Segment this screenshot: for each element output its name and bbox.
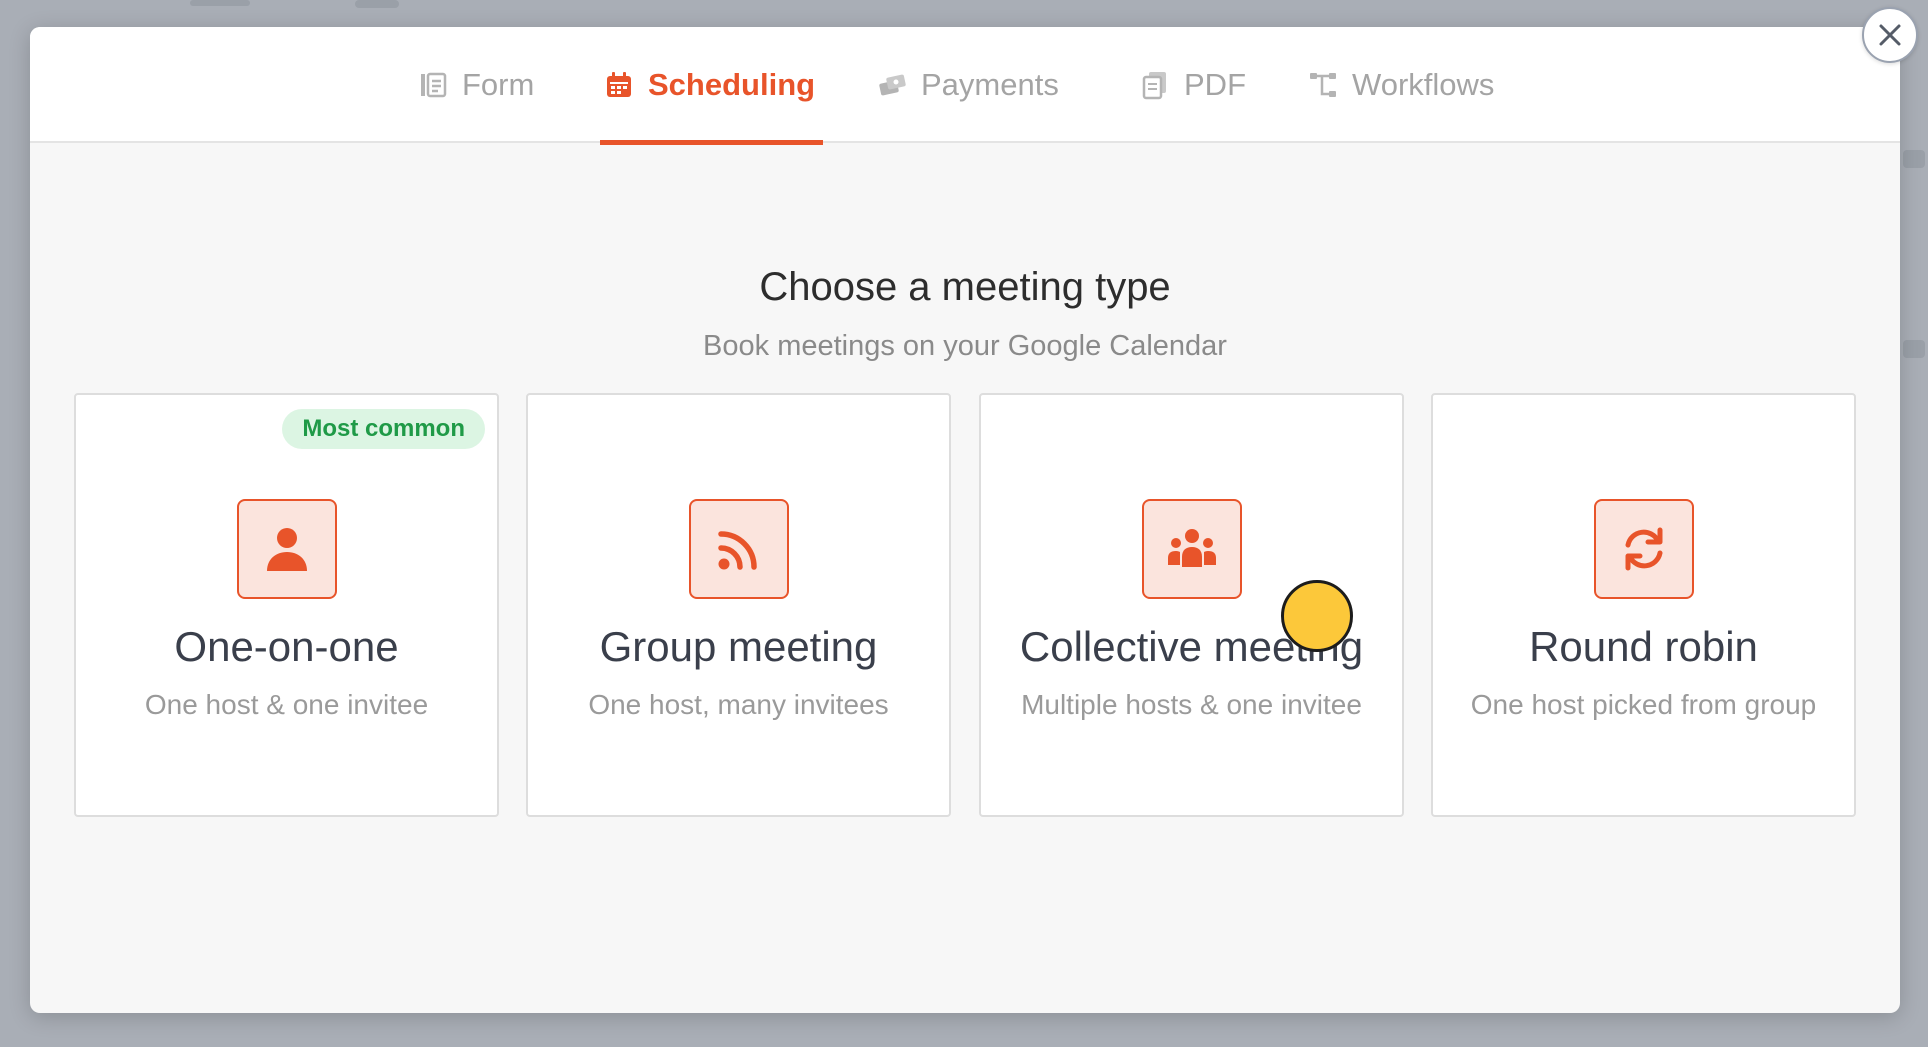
card-icon-box [689, 499, 789, 599]
people-group-icon [1168, 529, 1216, 567]
card-round-robin[interactable]: Round robin One host picked from group [1431, 393, 1856, 817]
tab-payments-label: Payments [921, 67, 1059, 102]
card-description: One host & one invitee [144, 689, 429, 720]
card-description: One host picked from group [1470, 689, 1817, 720]
card-description: One host, many invitees [588, 689, 889, 720]
tab-workflows-label: Workflows [1352, 67, 1495, 102]
calendar-icon [607, 72, 631, 97]
payments-icon [879, 74, 906, 96]
page-subtitle: Book meetings on your Google Calendar [703, 330, 1227, 362]
person-icon [267, 528, 307, 571]
tab-pdf-label: PDF [1184, 67, 1246, 102]
rotate-arrows-icon [1625, 527, 1663, 571]
workflows-icon [1310, 73, 1336, 97]
tab-scheduling-label: Scheduling [648, 67, 816, 102]
card-icon-box [1594, 499, 1694, 599]
tab-pdf[interactable]: PDF [1140, 27, 1246, 143]
most-common-badge: Most common [282, 409, 485, 449]
tab-form-label: Form [462, 67, 535, 102]
card-description: Multiple hosts & one invitee [1021, 689, 1362, 720]
card-group-meeting[interactable]: Group meeting One host, many invitees [526, 393, 951, 817]
tab-scheduling[interactable]: Scheduling [599, 27, 824, 145]
tab-form[interactable]: Form [418, 27, 534, 143]
tab-bar: Form Scheduling Payments PDF Workflows [30, 27, 1900, 145]
meeting-type-modal: Form Scheduling Payments PDF Workflows C… [30, 27, 1900, 1013]
cursor-indicator [1281, 580, 1353, 652]
card-one-on-one[interactable]: Most common One-on-one One host & one in… [74, 393, 499, 817]
card-title: Group meeting [599, 623, 878, 670]
pdf-icon [1142, 72, 1166, 100]
tab-workflows[interactable]: Workflows [1308, 27, 1494, 143]
close-button[interactable] [1862, 7, 1918, 63]
card-icon-box [1142, 499, 1242, 599]
page-title: Choose a meeting type [759, 265, 1171, 309]
card-icon-box [237, 499, 337, 599]
card-title: Round robin [1529, 623, 1758, 670]
tab-payments[interactable]: Payments [877, 27, 1059, 143]
form-icon [421, 72, 447, 98]
card-title: One-on-one [174, 623, 399, 670]
broadcast-icon [718, 531, 757, 570]
close-icon [1879, 24, 1901, 46]
